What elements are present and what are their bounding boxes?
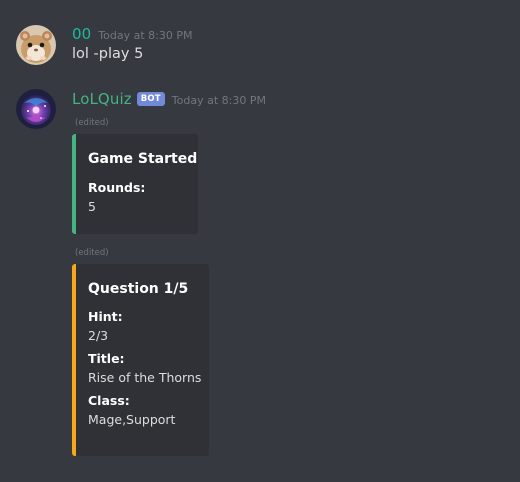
- field-value: Rise of the Thorns: [88, 370, 202, 385]
- galaxy-avatar-icon[interactable]: [16, 89, 56, 129]
- chat-message-list: 00 Today at 8:30 PM lol -play 5 LoLQuiz …: [0, 0, 520, 482]
- field-value: Mage,Support: [88, 412, 176, 427]
- message-header: LoLQuiz BOT Today at 8:30 PM: [72, 90, 266, 108]
- message-content: lol -play 5: [72, 46, 144, 62]
- embed-game-started: Game Started Rounds: 5: [72, 134, 198, 234]
- message-header: 00 Today at 8:30 PM: [72, 25, 192, 43]
- embed-color-bar: [72, 134, 76, 234]
- embed-field-title: Title: Rise of the Thorns: [88, 351, 202, 385]
- embed-question: Question 1/5 Hint: 2/3 Title: Rise of th…: [72, 264, 209, 456]
- timestamp: Today at 8:30 PM: [98, 28, 193, 42]
- field-name: Title:: [88, 351, 125, 366]
- bot-tag: BOT: [136, 92, 165, 106]
- edited-label: (edited): [75, 118, 109, 128]
- field-value: 2/3: [88, 328, 109, 343]
- embed-title: Game Started: [88, 151, 198, 167]
- username[interactable]: 00: [72, 25, 91, 43]
- timestamp: Today at 8:30 PM: [171, 93, 266, 107]
- embed-title: Question 1/5: [88, 281, 189, 297]
- embed-field: Rounds: 5: [88, 180, 184, 214]
- embed-field-hint: Hint: 2/3: [88, 309, 195, 343]
- embed-color-bar: [72, 264, 76, 456]
- hamster-avatar-icon[interactable]: [16, 25, 56, 65]
- embed-field-class: Class: Mage,Support: [88, 393, 195, 427]
- field-name: Rounds:: [88, 180, 146, 195]
- bot-username[interactable]: LoLQuiz: [72, 90, 132, 108]
- field-name: Class:: [88, 393, 130, 408]
- field-name: Hint:: [88, 309, 123, 324]
- edited-label: (edited): [75, 248, 109, 258]
- field-value: 5: [88, 199, 96, 214]
